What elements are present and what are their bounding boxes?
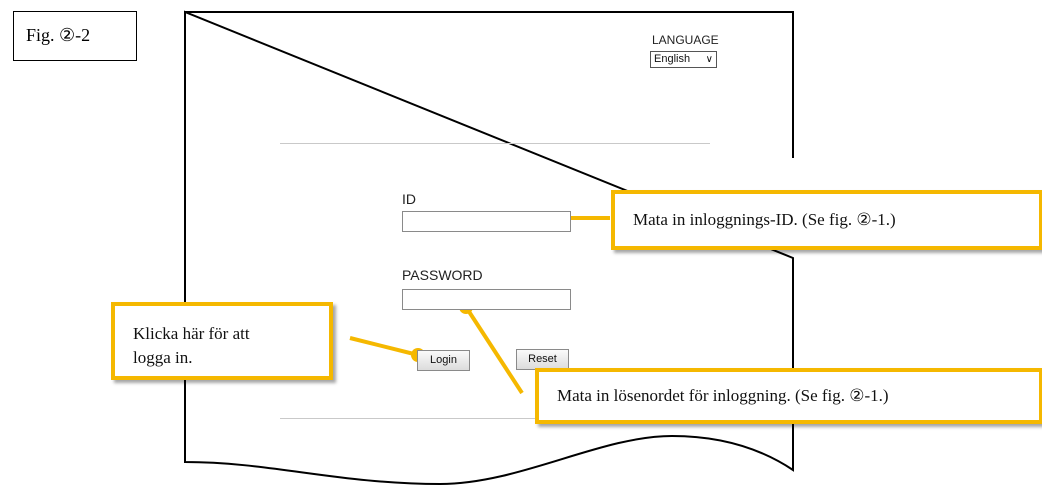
chevron-down-icon: ∨ (705, 54, 713, 65)
id-callout-text: Mata in inloggnings-ID. (Se fig. ②-1.) (633, 210, 896, 229)
login-callout-line2: logga in. (133, 348, 193, 367)
language-selected-value: English (654, 53, 691, 65)
language-label: LANGUAGE (652, 33, 719, 47)
id-callout: Mata in inloggnings-ID. (Se fig. ②-1.) (611, 190, 1042, 250)
language-select[interactable]: English ∨ (650, 51, 717, 68)
id-input[interactable] (402, 211, 571, 232)
login-page-illustration (184, 10, 794, 486)
id-label: ID (402, 191, 416, 207)
password-label: PASSWORD (402, 267, 483, 283)
password-callout: Mata in lösenordet för inloggning. (Se f… (535, 368, 1042, 424)
password-input[interactable] (402, 289, 571, 310)
figure-label: Fig. ②-2 (13, 11, 137, 61)
password-callout-text: Mata in lösenordet för inloggning. (Se f… (557, 386, 889, 405)
login-callout: Klicka här för att logga in. (111, 302, 333, 380)
login-button[interactable]: Login (417, 350, 470, 371)
login-callout-line1: Klicka här för att (133, 324, 250, 343)
top-divider (280, 143, 710, 144)
reset-button[interactable]: Reset (516, 349, 569, 370)
